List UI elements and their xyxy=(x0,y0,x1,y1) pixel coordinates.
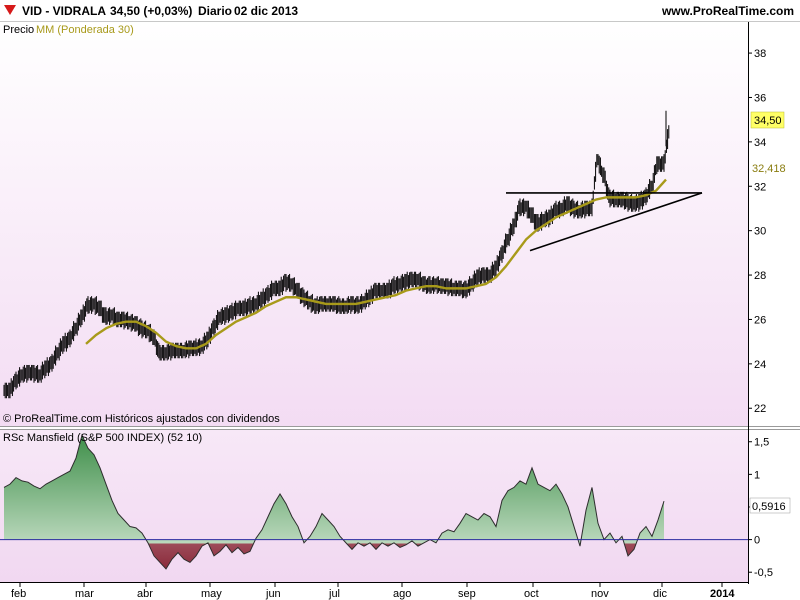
x-tick-label: abr xyxy=(137,588,153,600)
legend-moving-average: MM (Ponderada 30) xyxy=(36,24,134,36)
rsc-y-tick: 0 xyxy=(754,535,760,547)
x-tick-label: oct xyxy=(524,588,539,600)
price-y-tick: 24 xyxy=(754,359,766,371)
rsc-y-tick: -0,5 xyxy=(754,567,773,579)
price-y-tick: 22 xyxy=(754,403,766,415)
x-tick-label: sep xyxy=(458,588,476,600)
ma-value-label: 32,418 xyxy=(752,163,786,175)
price-y-tick: 26 xyxy=(754,314,766,326)
x-tick-label: mar xyxy=(75,588,94,600)
price-footnote: © ProRealTime.com Históricos ajustados c… xyxy=(3,413,280,425)
chart-canvas: 222426283032343638 -0,500,511,5 febmarab… xyxy=(0,22,800,600)
x-tick-label: jun xyxy=(265,588,281,600)
price-y-tick: 34 xyxy=(754,137,766,149)
price-y-tick: 32 xyxy=(754,181,766,193)
x-tick-label: jul xyxy=(328,588,340,600)
price-y-tick: 38 xyxy=(754,48,766,60)
last-price-label: 34,50 xyxy=(754,115,782,127)
rsc-value-label: 0,5916 xyxy=(752,501,786,513)
rsc-y-tick: 1 xyxy=(754,469,760,481)
price-y-tick: 30 xyxy=(754,226,766,238)
x-tick-label: feb xyxy=(11,588,26,600)
x-tick-label: ago xyxy=(393,588,411,600)
legend-price: Precio xyxy=(3,24,34,36)
price-y-tick: 28 xyxy=(754,270,766,282)
x-tick-label: may xyxy=(201,588,222,600)
rsc-y-tick: 1,5 xyxy=(754,437,769,449)
price-y-tick: 36 xyxy=(754,92,766,104)
x-tick-label: dic xyxy=(653,588,668,600)
x-tick-label: nov xyxy=(591,588,609,600)
x-tick-label: 2014 xyxy=(710,588,735,600)
rsc-title: RSc Mansfield (S&P 500 INDEX) (52 10) xyxy=(3,432,202,444)
price-plot-background xyxy=(0,22,748,426)
